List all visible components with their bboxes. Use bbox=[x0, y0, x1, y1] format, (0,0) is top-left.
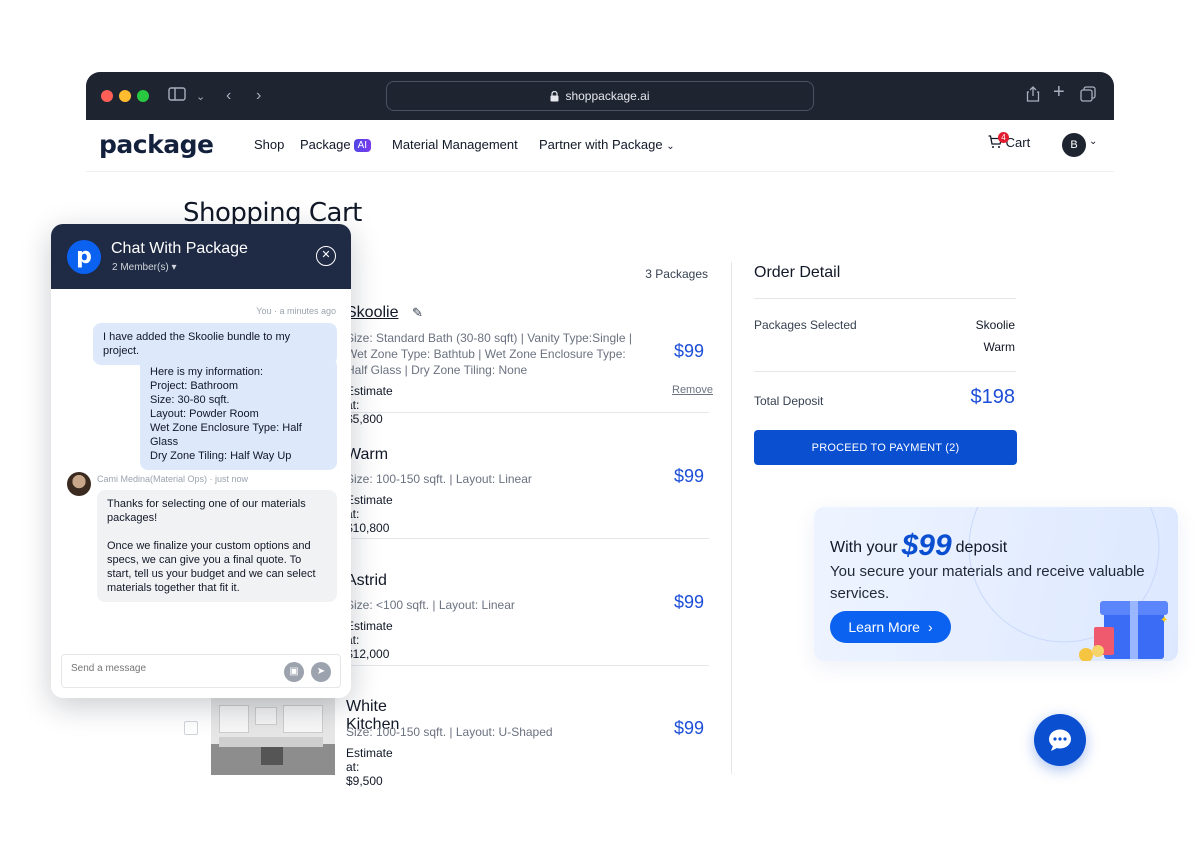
order-divider bbox=[754, 371, 1016, 372]
item-name[interactable]: Warm bbox=[346, 446, 388, 464]
promo-amount: $99 bbox=[901, 529, 952, 562]
column-divider bbox=[731, 262, 732, 774]
message-line: Dry Zone Tiling: Half Way Up bbox=[150, 450, 292, 462]
gift-box-icon: ✦ bbox=[1079, 601, 1168, 661]
chevron-down-icon: ⌄ bbox=[666, 141, 675, 152]
nav-partner-label: Partner with Package bbox=[539, 137, 663, 152]
learn-more-label: Learn More bbox=[848, 619, 920, 635]
kitchen-thumbnail bbox=[211, 697, 335, 775]
item-divider bbox=[346, 538, 709, 539]
cart-count-badge: 4 bbox=[998, 132, 1009, 143]
message-input-box: ▣ ➤ bbox=[61, 654, 341, 688]
selected-package: Skoolie bbox=[975, 318, 1015, 332]
ai-badge: AI bbox=[353, 139, 372, 152]
account-chevron-icon[interactable]: ⌄ bbox=[1089, 136, 1097, 147]
item-name[interactable]: Astrid bbox=[346, 572, 387, 590]
agent-avatar bbox=[67, 472, 91, 496]
select-item-checkbox[interactable] bbox=[184, 721, 198, 735]
chat-title: Chat With Package bbox=[111, 240, 248, 257]
deposit-promo-banner: With your $99 deposit You secure your mate… bbox=[814, 507, 1178, 661]
order-detail-title: Order Detail bbox=[754, 264, 841, 281]
package-chat-logo: p bbox=[67, 240, 101, 274]
address-bar[interactable]: shoppackage.ai bbox=[386, 81, 814, 111]
url-text: shoppackage.ai bbox=[565, 89, 650, 103]
browser-titlebar: ⌄ ‹ › shoppackage.ai + bbox=[86, 72, 1114, 120]
share-icon[interactable] bbox=[1026, 86, 1040, 108]
nav-shop[interactable]: Shop bbox=[254, 137, 284, 152]
open-chat-button[interactable] bbox=[1034, 714, 1086, 766]
item-estimate: Estimate at: $9,500 bbox=[346, 746, 393, 788]
message-input[interactable] bbox=[71, 663, 271, 674]
item-divider bbox=[346, 412, 709, 413]
user-avatar[interactable]: B bbox=[1062, 133, 1086, 157]
selected-package: Warm bbox=[983, 340, 1015, 354]
close-icon[interactable]: ✕ bbox=[316, 246, 336, 266]
item-estimate: Estimate at: $5,800 bbox=[346, 384, 393, 426]
close-window-button[interactable] bbox=[101, 90, 113, 102]
nav-partner[interactable]: Partner with Package ⌄ bbox=[539, 137, 675, 152]
back-icon[interactable]: ‹ bbox=[226, 86, 231, 106]
message-paragraph: Thanks for selecting one of our material… bbox=[107, 498, 306, 524]
forward-icon[interactable]: › bbox=[256, 86, 261, 106]
edit-pencil-icon[interactable]: ✎ bbox=[412, 305, 423, 321]
nav-material-management[interactable]: Material Management bbox=[392, 137, 518, 152]
chevron-down-icon[interactable]: ⌄ bbox=[196, 87, 205, 107]
image-upload-icon[interactable]: ▣ bbox=[284, 662, 304, 682]
promo-with-your: With your bbox=[830, 539, 898, 556]
new-tab-icon[interactable]: + bbox=[1053, 82, 1065, 102]
chat-panel: p Chat With Package 2 Member(s) ▾ ✕ You … bbox=[51, 224, 351, 698]
message-meta: You · a minutes ago bbox=[256, 306, 336, 316]
item-price: $99 bbox=[674, 466, 705, 486]
message-meta: Cami Medina(Material Ops) · just now bbox=[97, 474, 249, 484]
message-paragraph: Once we finalize your custom options and… bbox=[107, 540, 316, 594]
item-divider bbox=[346, 665, 709, 666]
message-line: Size: 30-80 sqft. bbox=[150, 394, 230, 406]
chat-members-dropdown[interactable]: 2 Member(s) ▾ bbox=[112, 262, 176, 273]
chevron-right-icon: › bbox=[927, 619, 933, 635]
tabs-overview-icon[interactable] bbox=[1080, 86, 1096, 108]
proceed-to-payment-button[interactable]: PROCEED TO PAYMENT (2) bbox=[754, 430, 1017, 465]
package-logo[interactable]: package bbox=[99, 130, 214, 159]
item-estimate: Estimate at: $12,000 bbox=[346, 619, 393, 661]
learn-more-button[interactable]: Learn More › bbox=[830, 611, 951, 643]
lock-icon bbox=[550, 90, 559, 101]
nav-package[interactable]: Package AI bbox=[300, 137, 372, 152]
cart-label: Cart bbox=[1005, 135, 1031, 150]
agent-message-bubble: Thanks for selecting one of our material… bbox=[97, 490, 337, 602]
item-name[interactable]: Skoolie bbox=[346, 304, 398, 322]
message-line: Project: Bathroom bbox=[150, 380, 239, 392]
total-deposit-value: $198 bbox=[970, 386, 1016, 408]
message-line: Here is my information: bbox=[150, 366, 264, 378]
promo-headline: With your $99 deposit bbox=[830, 529, 1007, 563]
nav-package-label: Package bbox=[300, 137, 351, 152]
packages-selected-label: Packages Selected bbox=[754, 318, 857, 332]
promo-deposit: deposit bbox=[955, 539, 1008, 556]
maximize-window-button[interactable] bbox=[137, 90, 149, 102]
item-spec: Size: 100-150 sqft. | Layout: U-Shaped bbox=[346, 725, 553, 739]
svg-text:✦: ✦ bbox=[1160, 615, 1168, 626]
item-estimate: Estimate at: $10,800 bbox=[346, 493, 393, 535]
package-count: 3 Packages bbox=[645, 267, 708, 281]
message-line: Layout: Powder Room bbox=[150, 408, 259, 420]
cart-button[interactable]: 4 Cart bbox=[988, 132, 1031, 150]
order-divider bbox=[754, 298, 1016, 299]
chat-header: p Chat With Package 2 Member(s) ▾ ✕ bbox=[51, 224, 351, 289]
send-icon[interactable]: ➤ bbox=[311, 662, 331, 682]
message-line: Wet Zone Enclosure Type: Half Glass bbox=[150, 422, 302, 448]
site-navbar: package Shop Package AI Material Manageme… bbox=[86, 120, 1114, 172]
item-price: $99 bbox=[674, 718, 705, 738]
sidebar-toggle-icon[interactable] bbox=[168, 86, 186, 108]
chat-bubble-icon bbox=[1049, 729, 1071, 751]
item-spec: Size: <100 sqft. | Layout: Linear bbox=[346, 598, 515, 612]
item-spec: Size: Standard Bath (30-80 sqft) | Vanit… bbox=[346, 331, 632, 377]
message-bubble: Here is my information: Project: Bathroo… bbox=[140, 358, 337, 470]
item-price: $99 bbox=[674, 341, 705, 361]
remove-link[interactable]: Remove bbox=[672, 384, 713, 396]
item-price: $99 bbox=[674, 592, 705, 612]
item-spec: Size: 100-150 sqft. | Layout: Linear bbox=[346, 472, 532, 486]
minimize-window-button[interactable] bbox=[119, 90, 131, 102]
total-deposit-label: Total Deposit bbox=[754, 394, 824, 408]
